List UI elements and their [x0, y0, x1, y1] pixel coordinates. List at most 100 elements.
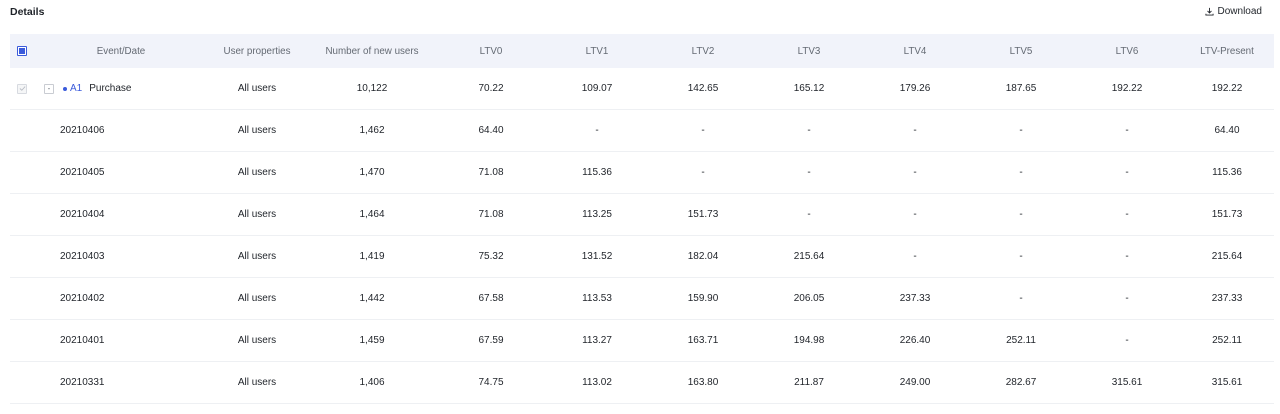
ltv-cell: 187.65: [1005, 83, 1037, 94]
ltv-present-cell: 215.64: [1211, 251, 1243, 262]
user-properties-cell: All users: [237, 125, 277, 136]
row-checkbox[interactable]: [10, 83, 34, 94]
ltv-cell: 113.53: [582, 293, 612, 304]
ltv-present-cell: 315.61: [1211, 377, 1243, 388]
column-header[interactable]: Event/Date: [34, 46, 208, 57]
ltv-cell: 192.22: [1111, 83, 1143, 94]
download-icon: [1204, 7, 1214, 16]
section-title: Details: [10, 6, 45, 18]
ltv-cell: -: [913, 251, 917, 262]
ltv-cell: 249.00: [899, 377, 931, 388]
ltv-present-cell: 192.22: [1211, 83, 1243, 94]
table-row: 20210404 All users 1,464 71.08 113.25 15…: [10, 194, 1274, 236]
ltv-cell: -: [807, 209, 811, 220]
new-users-cell: 1,459: [359, 335, 385, 346]
blue-dot-icon: [63, 86, 67, 91]
date-cell: 20210405: [60, 167, 105, 178]
ltv-cell: 237.33: [899, 293, 931, 304]
ltv-cell: 151.73: [687, 209, 719, 220]
ltv-cell: -: [1125, 251, 1129, 262]
badge-label: A1: [70, 83, 83, 94]
ltv-cell: 71.08: [478, 209, 504, 220]
ltv-cell: -: [1019, 167, 1023, 178]
ltv-cell: -: [701, 125, 705, 136]
download-button[interactable]: Download: [1204, 6, 1262, 17]
ltv-cell: -: [1019, 125, 1023, 136]
user-properties-cell: All users: [237, 377, 277, 388]
ltv-cell: 74.75: [478, 377, 504, 388]
ltv-present-cell: 151.73: [1211, 209, 1243, 220]
ltv-cell: 113.27: [582, 335, 612, 346]
ltv-cell: -: [1125, 293, 1129, 304]
ltv-cell: 75.32: [478, 251, 504, 262]
details-header: Details Download: [10, 0, 1272, 30]
table-row: 20210331 All users 1,406 74.75 113.02 16…: [10, 362, 1274, 404]
ltv-cell: -: [1125, 209, 1129, 220]
ltv-cell: 115.36: [582, 167, 612, 178]
ltv-cell: -: [1125, 167, 1129, 178]
ltv-cell: -: [807, 167, 811, 178]
table-row: 20210406 All users 1,462 64.40 - - - - -…: [10, 110, 1274, 152]
ltv-cell: 182.04: [687, 251, 719, 262]
ltv-cell: 109.07: [581, 83, 613, 94]
ltv-cell: 165.12: [793, 83, 825, 94]
ltv-cell: 226.40: [899, 335, 931, 346]
column-header[interactable]: LTV6: [1074, 46, 1180, 57]
column-header[interactable]: LTV1: [544, 46, 650, 57]
date-cell: 20210406: [60, 125, 105, 136]
ltv-present-cell: 64.40: [1214, 125, 1240, 136]
user-properties-cell: All users: [237, 251, 277, 262]
column-header[interactable]: User properties: [208, 46, 306, 57]
ltv-cell: 131.52: [581, 251, 613, 262]
ltv-cell: 70.22: [478, 83, 504, 94]
new-users-cell: 1,470: [359, 167, 385, 178]
ltv-cell: -: [1019, 251, 1023, 262]
ltv-cell: 159.90: [687, 293, 719, 304]
user-properties-cell: All users: [237, 167, 277, 178]
select-all-checkbox[interactable]: [10, 46, 34, 56]
date-cell: 20210402: [60, 293, 105, 304]
date-cell: 20210331: [60, 377, 105, 388]
user-properties-cell: All users: [237, 83, 277, 94]
ltv-cell: -: [913, 125, 917, 136]
column-header[interactable]: LTV3: [756, 46, 862, 57]
table-row: 20210401 All users 1,459 67.59 113.27 16…: [10, 320, 1274, 362]
ltv-cell: 252.11: [1006, 335, 1036, 346]
ltv-cell: 67.59: [478, 335, 504, 346]
collapse-button[interactable]: -: [44, 83, 54, 94]
column-header[interactable]: LTV0: [438, 46, 544, 57]
details-table: Event/Date User properties Number of new…: [10, 34, 1274, 404]
ltv-cell: -: [807, 125, 811, 136]
table-row-summary: - A1 Purchase All users 10,122 70.22 109…: [10, 68, 1274, 110]
date-cell: 20210401: [60, 335, 105, 346]
column-header[interactable]: Number of new users: [306, 46, 438, 57]
new-users-cell: 1,406: [359, 377, 385, 388]
ltv-cell: -: [595, 125, 599, 136]
ltv-cell: 179.26: [899, 83, 931, 94]
ltv-cell: 211.87: [794, 377, 824, 388]
event-badge: A1: [63, 83, 82, 94]
ltv-cell: 64.40: [478, 125, 504, 136]
ltv-cell: -: [1019, 209, 1023, 220]
ltv-cell: -: [913, 209, 917, 220]
ltv-cell: -: [701, 167, 705, 178]
ltv-cell: 282.67: [1005, 377, 1037, 388]
ltv-cell: -: [1125, 335, 1129, 346]
table-row: 20210403 All users 1,419 75.32 131.52 18…: [10, 236, 1274, 278]
user-properties-cell: All users: [237, 209, 277, 220]
new-users-cell: 1,442: [359, 293, 385, 304]
column-header[interactable]: LTV-Present: [1180, 46, 1274, 57]
new-users-cell: 10,122: [356, 83, 388, 94]
ltv-cell: 113.25: [582, 209, 612, 220]
column-header[interactable]: LTV4: [862, 46, 968, 57]
column-header[interactable]: LTV2: [650, 46, 756, 57]
ltv-cell: 194.98: [793, 335, 825, 346]
ltv-cell: -: [1125, 125, 1129, 136]
ltv-cell: 142.65: [687, 83, 719, 94]
new-users-cell: 1,462: [359, 125, 385, 136]
ltv-present-cell: 115.36: [1212, 167, 1242, 178]
download-label: Download: [1217, 6, 1262, 17]
new-users-cell: 1,464: [359, 209, 385, 220]
column-header[interactable]: LTV5: [968, 46, 1074, 57]
ltv-cell: 315.61: [1111, 377, 1143, 388]
